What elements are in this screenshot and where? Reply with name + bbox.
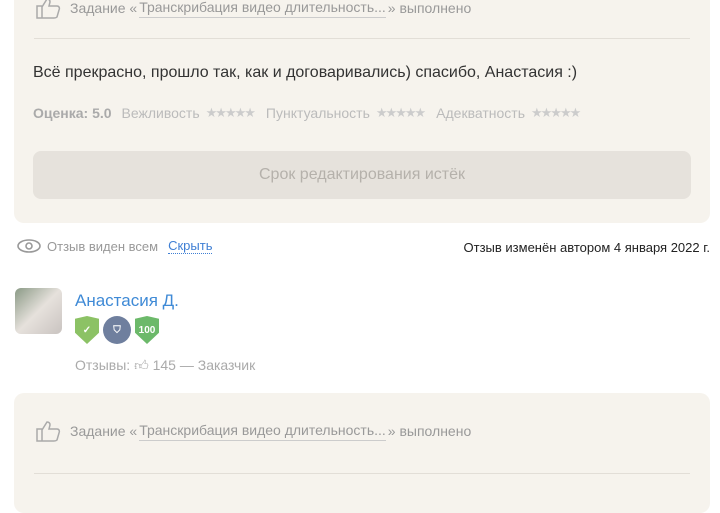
- shield-badge-icon[interactable]: ⛉: [103, 316, 131, 344]
- task-prefix: Задание «: [70, 423, 138, 439]
- task-link[interactable]: Транскрибация видео длительность...: [139, 0, 386, 18]
- task-line: Задание «Транскрибация видео длительност…: [34, 419, 471, 443]
- criterion-label: Пунктуальность: [265, 105, 370, 121]
- review-card: Задание «Транскрибация видео длительност…: [14, 393, 710, 513]
- author-role: — Заказчик: [179, 357, 256, 373]
- edited-note: Отзыв изменён автором 4 января 2022 г.: [463, 240, 710, 255]
- thumbs-up-icon: 👍︎: [134, 357, 149, 373]
- eye-icon: [17, 239, 41, 253]
- task-prefix: Задание «: [70, 0, 138, 16]
- badge-100[interactable]: 100: [135, 316, 159, 344]
- divider: [34, 38, 690, 39]
- task-suffix: » выполнено: [387, 0, 472, 16]
- reviews-info: Отзывы: 👍︎ 145 — Заказчик: [75, 357, 255, 374]
- task-link[interactable]: Транскрибация видео длительность...: [139, 422, 386, 441]
- criterion-label: Адекватность: [436, 105, 525, 121]
- review-card: Задание «Транскрибация видео длительност…: [14, 0, 710, 223]
- review-text: Всё прекрасно, прошло так, как и договар…: [33, 64, 578, 81]
- visibility-text: Отзыв виден всем: [47, 238, 159, 254]
- star-icons: ★★★★★: [530, 105, 581, 120]
- ratings: Оценка: 5.0 Вежливость ★★★★★ Пунктуальнос…: [33, 105, 585, 121]
- reviews-label: Отзывы:: [75, 357, 131, 373]
- divider: [34, 473, 690, 474]
- visibility: Отзыв виден всем Скрыть: [17, 238, 213, 254]
- star-icons: ★★★★★: [205, 105, 256, 120]
- task-suffix: » выполнено: [387, 423, 472, 439]
- task-line: Задание «Транскрибация видео длительност…: [34, 0, 471, 20]
- criterion-label: Вежливость: [121, 105, 200, 121]
- hide-link[interactable]: Скрыть: [168, 238, 213, 254]
- avatar[interactable]: [15, 288, 62, 334]
- edit-expired-button: Срок редактирования истёк: [33, 151, 691, 199]
- score: Оценка: 5.0: [33, 105, 112, 121]
- thumbs-up-icon: [36, 0, 61, 19]
- reviews-count[interactable]: 145: [153, 357, 176, 373]
- thumbs-up-icon: [36, 421, 61, 442]
- star-icons: ★★★★★: [375, 105, 426, 120]
- author-name[interactable]: Анастасия Д.: [75, 291, 179, 311]
- verified-badge-icon[interactable]: ✓: [75, 316, 99, 344]
- badges: ✓ ⛉ 100: [75, 316, 159, 344]
